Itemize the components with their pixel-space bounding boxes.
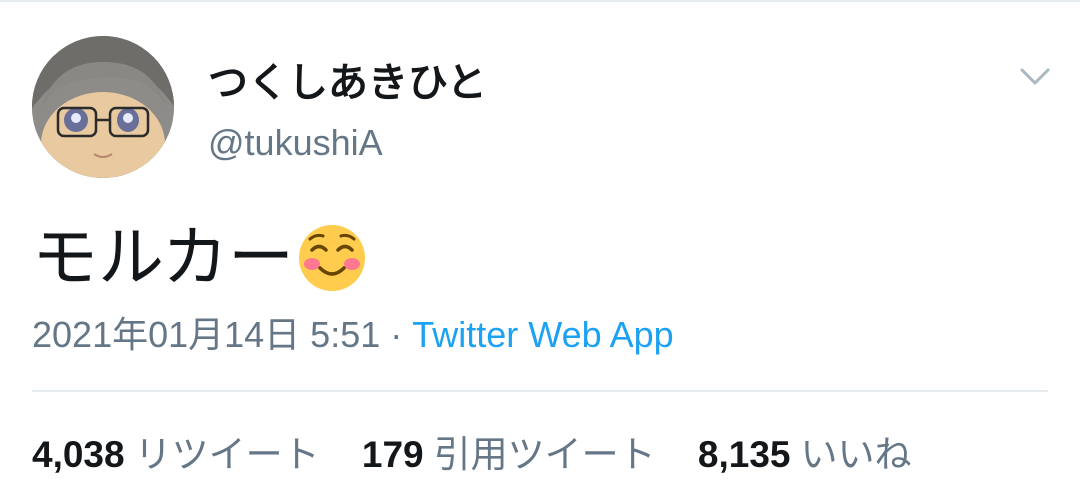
smiling-face-with-blushing-cheeks-icon: [296, 222, 368, 294]
tweet-meta: 2021年01月14日 5:51 · Twitter Web App: [32, 306, 674, 358]
display-name[interactable]: つくしあきひと: [208, 50, 487, 108]
retweets-stat[interactable]: 4,038 リツイート: [32, 424, 320, 478]
divider: [32, 390, 1048, 392]
tweet-text: モルカー: [32, 218, 368, 298]
retweet-count: 4,038: [32, 434, 125, 475]
like-label: いいね: [800, 434, 912, 475]
quote-label: 引用ツイート: [433, 434, 656, 475]
tweet-timestamp[interactable]: 2021年01月14日 5:51: [32, 314, 380, 355]
top-border: [0, 0, 1080, 2]
tweet-text-content: モルカー: [32, 219, 295, 296]
retweet-label: リツイート: [134, 434, 320, 475]
chevron-down-icon[interactable]: [1018, 62, 1052, 90]
quote-count: 179: [361, 434, 424, 475]
meta-separator: ·: [390, 314, 403, 355]
avatar[interactable]: [32, 36, 174, 178]
tweet-source-link[interactable]: Twitter Web App: [412, 314, 673, 355]
user-handle[interactable]: @tukushiA: [208, 122, 383, 164]
tweet-stats: 4,038 リツイート 179 引用ツイート 8,135 いいね: [32, 424, 911, 478]
likes-stat[interactable]: 8,135 いいね: [698, 424, 912, 478]
quotes-stat[interactable]: 179 引用ツイート: [362, 424, 656, 478]
avatar-image: [32, 36, 174, 178]
like-count: 8,135: [697, 434, 791, 475]
